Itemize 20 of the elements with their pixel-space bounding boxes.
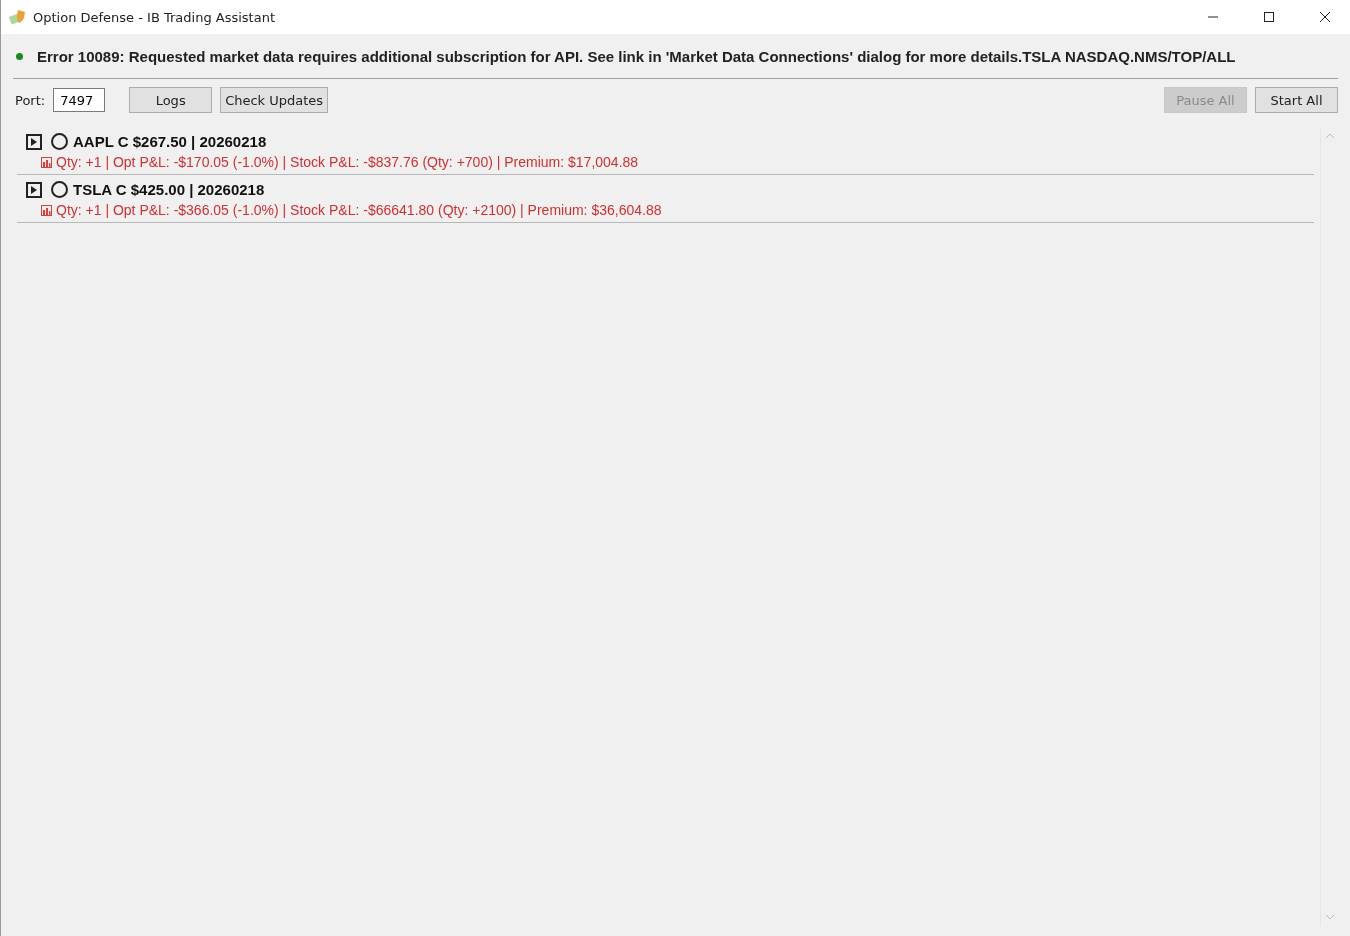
position-title: TSLA C $425.00 | 20260218 [73,181,265,198]
position-details: Qty: +1 | Opt P&L: -$366.05 (-1.0%) | Stock P&L: -$66641.80 (Qty: +2100) | Premium: $36,604.88 [56,202,662,218]
port-field[interactable]: 7497 [53,88,106,112]
start-all-button[interactable]: Start All [1255,87,1338,113]
check-updates-button[interactable]: Check Updates [220,87,329,113]
chart-icon [41,204,52,216]
window-title: Option Defense - IB Trading Assistant [33,9,276,25]
expand-icon[interactable] [26,133,42,150]
radio-button[interactable] [51,133,68,150]
error-message: Error 10089: Requested market data requires additional subscription for API. See link in 'Market Data Connections' dialog for more details.TSLA NASDAQ.NMS/TOP/ALL [37,48,1236,65]
position-title: AAPL C $267.50 | 20260218 [73,133,267,150]
logs-button[interactable]: Logs [129,87,213,113]
maximize-icon[interactable] [1263,11,1275,23]
port-label: Port: [15,92,46,108]
radio-button[interactable] [51,181,68,198]
position-details: Qty: +1 | Opt P&L: -$170.05 (-1.0%) | Stock P&L: -$837.76 (Qty: +700) | Premium: $17,004.88 [56,154,639,170]
close-icon[interactable] [1319,11,1331,23]
expand-icon[interactable] [26,181,42,198]
app-icon [9,9,27,25]
chart-icon [41,156,52,168]
